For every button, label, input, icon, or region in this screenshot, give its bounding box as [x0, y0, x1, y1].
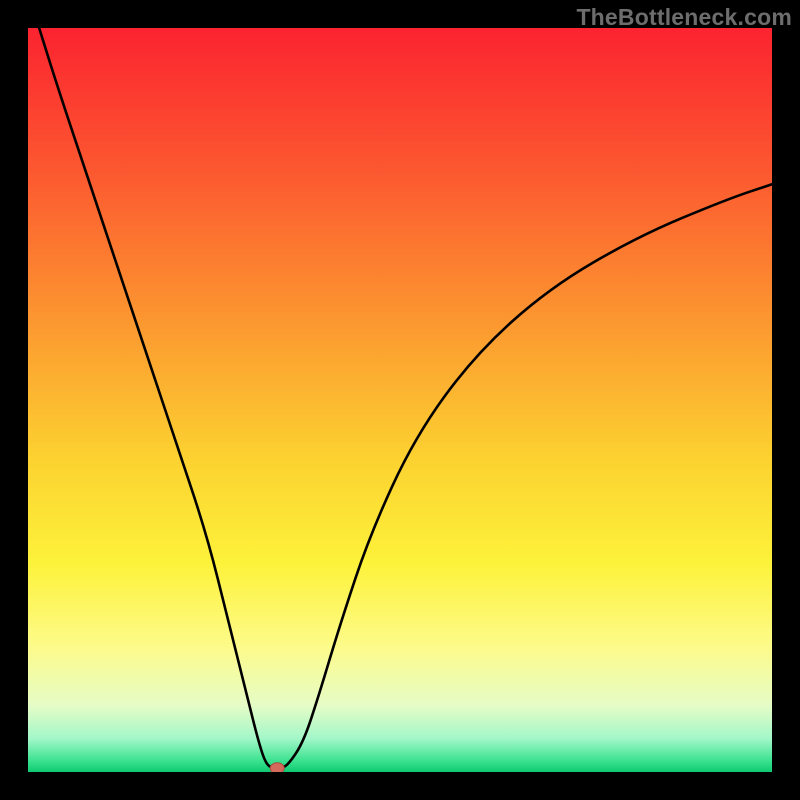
- watermark-text: TheBottleneck.com: [576, 4, 792, 31]
- plot-area: [28, 28, 772, 772]
- gradient-background: [28, 28, 772, 772]
- chart-frame: TheBottleneck.com: [0, 0, 800, 800]
- chart-svg: [28, 28, 772, 772]
- minimum-marker: [270, 763, 284, 772]
